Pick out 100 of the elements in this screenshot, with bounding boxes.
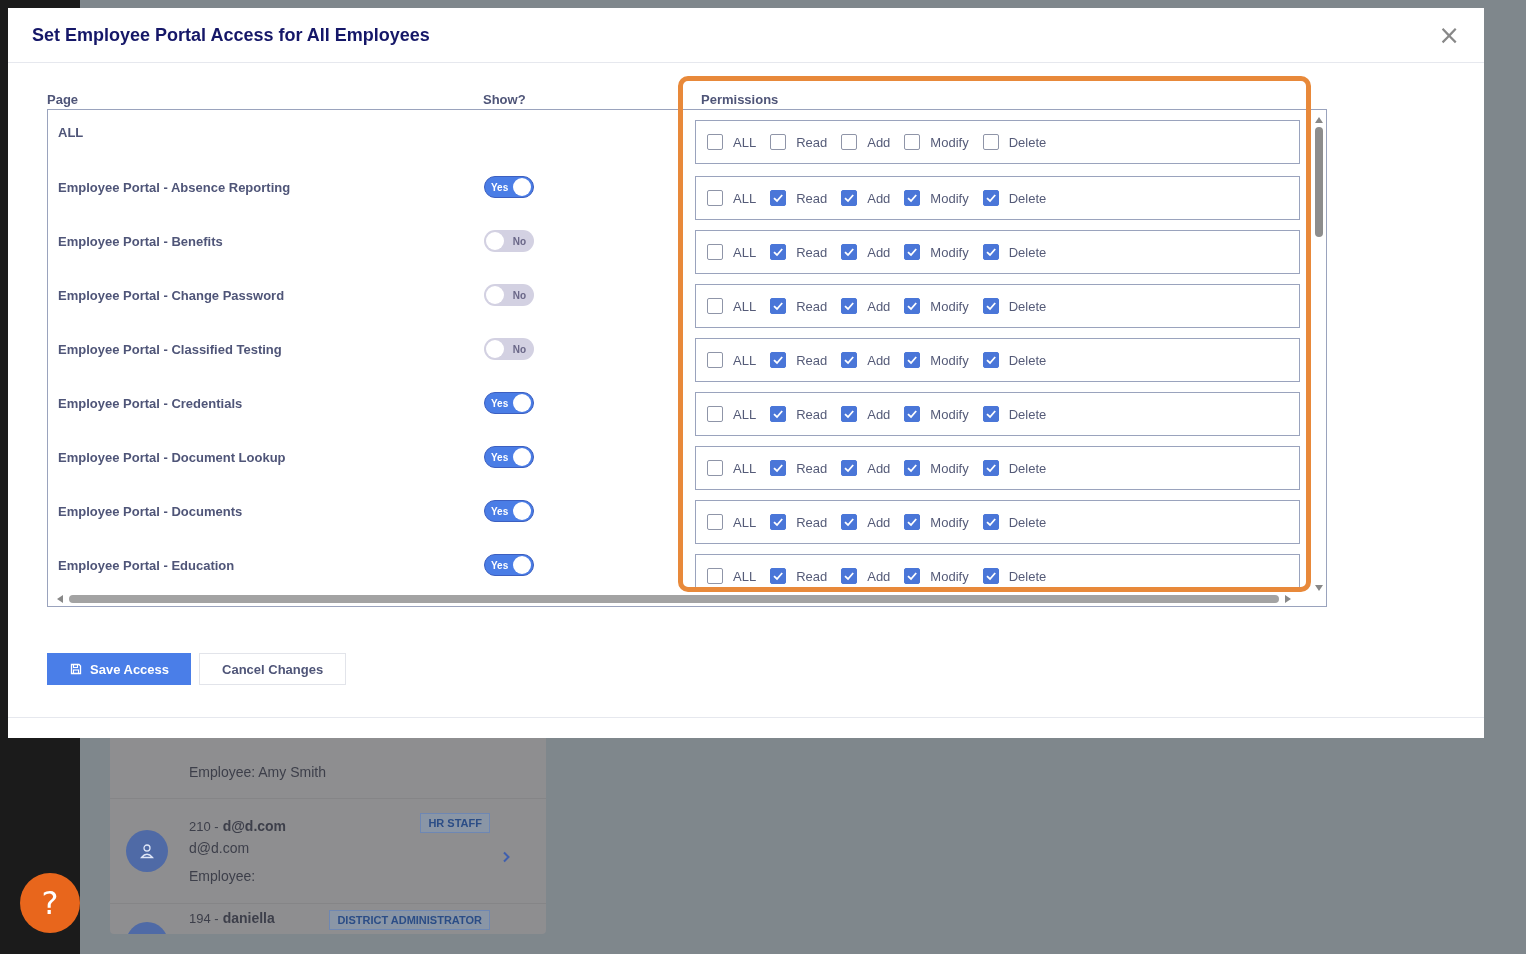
checkbox[interactable] bbox=[841, 298, 858, 314]
checkbox-label: ALL bbox=[733, 244, 757, 260]
checkbox[interactable] bbox=[982, 190, 999, 206]
page-name: ALL bbox=[58, 125, 84, 140]
checkbox[interactable] bbox=[707, 352, 723, 368]
checkbox[interactable] bbox=[904, 190, 921, 206]
checkbox[interactable] bbox=[707, 134, 723, 150]
checkbox-label: ALL bbox=[733, 460, 757, 476]
checkbox[interactable] bbox=[904, 460, 921, 476]
checkbox[interactable] bbox=[841, 244, 858, 260]
checkbox[interactable] bbox=[770, 406, 787, 422]
checkbox[interactable] bbox=[770, 352, 787, 368]
checkbox[interactable] bbox=[770, 514, 787, 530]
scroll-left-icon[interactable] bbox=[56, 594, 64, 604]
checkbox[interactable] bbox=[904, 298, 921, 314]
checkbox-label: Add bbox=[867, 244, 891, 260]
show-toggle[interactable]: No bbox=[484, 230, 534, 252]
checkbox-label: Delete bbox=[1008, 406, 1047, 422]
cancel-button[interactable]: Cancel Changes bbox=[199, 653, 347, 685]
checkbox[interactable] bbox=[770, 134, 787, 150]
checkbox-label: Read bbox=[796, 460, 828, 476]
checkbox-label: Modify bbox=[930, 460, 969, 476]
checkbox[interactable] bbox=[707, 244, 723, 260]
checkbox[interactable] bbox=[904, 514, 921, 530]
show-toggle[interactable]: Yes bbox=[484, 176, 534, 198]
checkbox-label: ALL bbox=[733, 134, 757, 150]
checkbox[interactable] bbox=[707, 190, 723, 206]
column-header: Permissions bbox=[701, 91, 779, 107]
dialog-title: Set Employee Portal Access for All Employees bbox=[32, 24, 430, 46]
checkbox-label: ALL bbox=[733, 406, 757, 422]
close-button[interactable]: × bbox=[1434, 22, 1464, 48]
employee-detail: Employee: bbox=[189, 868, 257, 884]
checkbox-label: Read bbox=[796, 190, 828, 206]
checkbox[interactable] bbox=[841, 190, 858, 206]
show-toggle[interactable]: Yes bbox=[484, 446, 534, 468]
checkbox-label: Add bbox=[867, 298, 891, 314]
checkbox-label: ALL bbox=[733, 514, 757, 530]
checkbox-label: Read bbox=[796, 134, 828, 150]
checkbox-label: Delete bbox=[1008, 514, 1047, 530]
checkbox-label: Modify bbox=[930, 244, 969, 260]
checkbox[interactable] bbox=[982, 298, 999, 314]
checkbox[interactable] bbox=[982, 406, 999, 422]
checkbox[interactable] bbox=[841, 352, 858, 368]
employee-name: d@d.com bbox=[222, 818, 287, 834]
checkbox-label: Delete bbox=[1008, 352, 1047, 368]
page-name: Employee Portal - Credentials bbox=[58, 396, 243, 411]
show-toggle[interactable]: No bbox=[484, 338, 534, 360]
checkbox[interactable] bbox=[904, 568, 921, 584]
checkbox[interactable] bbox=[841, 406, 858, 422]
checkbox[interactable] bbox=[770, 244, 787, 260]
show-toggle[interactable]: No bbox=[484, 284, 534, 306]
checkbox-label: Modify bbox=[930, 298, 969, 314]
checkbox-label: Delete bbox=[1008, 460, 1047, 476]
checkbox[interactable] bbox=[770, 568, 787, 584]
show-toggle[interactable]: Yes bbox=[484, 554, 534, 576]
checkbox[interactable] bbox=[904, 352, 921, 368]
checkbox[interactable] bbox=[904, 406, 921, 422]
employee-email: d@d.com bbox=[189, 840, 251, 856]
checkbox-label: Delete bbox=[1008, 134, 1047, 150]
scroll-up-icon[interactable] bbox=[1314, 116, 1324, 124]
employee-name: daniella bbox=[222, 910, 275, 926]
employee-detail: Employee: Amy Smith bbox=[189, 764, 327, 780]
checkbox[interactable] bbox=[904, 244, 921, 260]
checkbox[interactable] bbox=[707, 514, 723, 530]
checkbox[interactable] bbox=[982, 352, 999, 368]
checkbox[interactable] bbox=[904, 134, 921, 150]
checkbox[interactable] bbox=[770, 298, 787, 314]
checkbox[interactable] bbox=[841, 514, 858, 530]
scrollbar-thumb[interactable] bbox=[1315, 127, 1323, 237]
checkbox-label: Delete bbox=[1008, 190, 1047, 206]
show-toggle[interactable]: Yes bbox=[484, 392, 534, 414]
page-name: Employee Portal - Benefits bbox=[58, 234, 223, 249]
checkbox[interactable] bbox=[982, 568, 999, 584]
checkbox[interactable] bbox=[707, 568, 723, 584]
role-badge: HR STAFF bbox=[420, 813, 490, 833]
checkbox[interactable] bbox=[982, 514, 999, 530]
save-button[interactable]: Save Access bbox=[47, 653, 192, 685]
checkbox[interactable] bbox=[982, 460, 999, 476]
page-name: Employee Portal - Absence Reporting bbox=[58, 180, 291, 195]
checkbox-label: Read bbox=[796, 244, 828, 260]
checkbox[interactable] bbox=[770, 460, 787, 476]
checkbox[interactable] bbox=[982, 244, 999, 260]
checkbox[interactable] bbox=[707, 406, 723, 422]
checkbox[interactable] bbox=[841, 460, 858, 476]
checkbox[interactable] bbox=[770, 190, 787, 206]
page-name: Employee Portal - Classified Testing bbox=[58, 342, 282, 357]
checkbox[interactable] bbox=[841, 134, 858, 150]
checkbox[interactable] bbox=[707, 460, 723, 476]
checkbox-label: Add bbox=[867, 460, 891, 476]
show-toggle[interactable]: Yes bbox=[484, 500, 534, 522]
checkbox-label: Modify bbox=[930, 134, 969, 150]
checkbox[interactable] bbox=[841, 568, 858, 584]
user-avatar-icon bbox=[126, 830, 168, 872]
scroll-right-icon[interactable] bbox=[1284, 594, 1292, 604]
checkbox[interactable] bbox=[982, 134, 999, 150]
checkbox-label: Read bbox=[796, 568, 828, 584]
checkbox[interactable] bbox=[707, 298, 723, 314]
checkbox-label: ALL bbox=[733, 190, 757, 206]
checkbox-label: Delete bbox=[1008, 298, 1047, 314]
scroll-down-icon[interactable] bbox=[1314, 584, 1324, 592]
